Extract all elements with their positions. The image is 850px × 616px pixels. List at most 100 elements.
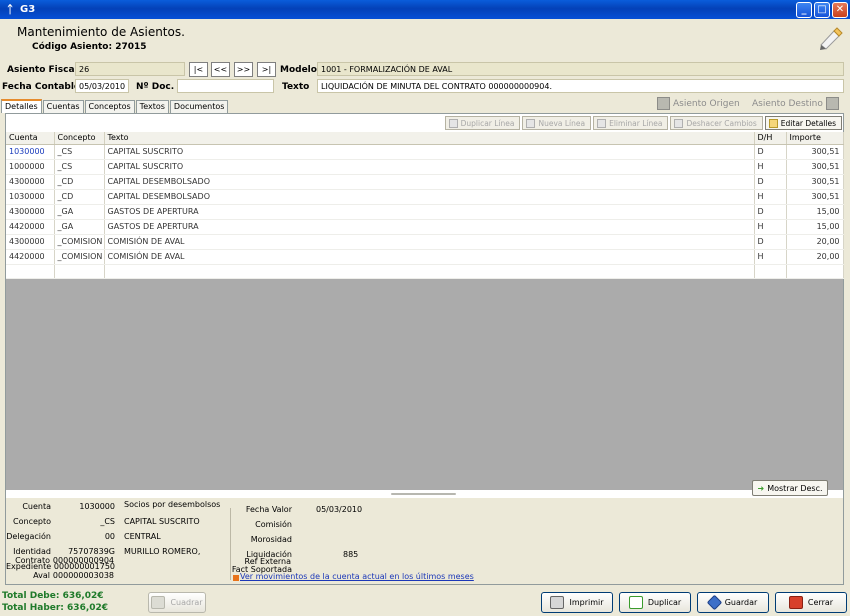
cell-dh[interactable]: H xyxy=(754,249,787,265)
asiento-destino-button[interactable]: Asiento Destino xyxy=(752,97,842,110)
empty-cell[interactable] xyxy=(104,264,755,279)
cell-texto[interactable]: CAPITAL SUSCRITO xyxy=(104,159,755,175)
table-row[interactable]: 4300000 _COMISION COMISIÓN DE AVAL D 20,00 xyxy=(6,234,844,250)
guardar-label: Guardar xyxy=(724,598,758,607)
cell-cuenta[interactable]: 4300000 xyxy=(6,174,55,190)
cell-dh[interactable]: H xyxy=(754,189,787,205)
cell-dh[interactable]: D xyxy=(754,204,787,220)
asiento-fiscal-field[interactable]: 26 xyxy=(75,62,185,76)
cell-concepto[interactable]: _CS xyxy=(54,159,105,175)
table-row[interactable]: 1000000 _CS CAPITAL SUSCRITO H 300,51 xyxy=(6,159,844,175)
cell-concepto[interactable]: _GA xyxy=(54,219,105,235)
ndoc-field[interactable] xyxy=(177,79,274,93)
empty-cell[interactable] xyxy=(754,264,787,279)
modelo-field[interactable]: 1001 - FORMALIZACIÓN DE AVAL xyxy=(317,62,844,76)
column-header-dh[interactable]: D/H xyxy=(754,132,787,145)
cell-cuenta[interactable]: 1030000 xyxy=(6,189,55,205)
cell-cuenta[interactable]: 4300000 xyxy=(6,204,55,220)
fecha-contable-field[interactable]: 05/03/2010 xyxy=(75,79,129,93)
nav-next-button[interactable]: >> xyxy=(234,62,253,77)
cell-importe[interactable]: 15,00 xyxy=(786,219,844,235)
table-row[interactable]: 4420000 _COMISION COMISIÓN DE AVAL H 20,00 xyxy=(6,249,844,265)
deshacer-cambios-button[interactable]: Deshacer Cambios xyxy=(670,116,763,130)
cell-texto[interactable]: GASTOS DE APERTURA xyxy=(104,204,755,220)
tab-conceptos[interactable]: Conceptos xyxy=(84,100,135,113)
cell-cuenta[interactable]: 1000000 xyxy=(6,159,55,175)
detalles-grid[interactable]: Cuenta Concepto Texto D/H Importe 103000… xyxy=(6,132,844,490)
tab-textos[interactable]: Textos xyxy=(135,100,169,113)
eliminar-linea-button[interactable]: Eliminar Línea xyxy=(593,116,669,130)
cell-concepto[interactable]: _COMISION xyxy=(54,249,105,265)
tab-detalles[interactable]: Detalles xyxy=(1,99,42,113)
empty-cell[interactable] xyxy=(786,264,844,279)
table-row[interactable]: 4420000 _GA GASTOS DE APERTURA H 15,00 xyxy=(6,219,844,235)
nav-first-button[interactable]: |< xyxy=(189,62,208,77)
delete-icon xyxy=(597,118,607,128)
asiento-origen-button[interactable]: Asiento Origen xyxy=(654,97,740,110)
table-row[interactable]: 4300000 _CD CAPITAL DESEMBOLSADO D 300,51 xyxy=(6,174,844,190)
cell-concepto[interactable]: _GA xyxy=(54,204,105,220)
column-header-cuenta[interactable]: Cuenta xyxy=(6,132,55,145)
texto-label: Texto xyxy=(282,82,310,92)
empty-cell[interactable] xyxy=(6,264,55,279)
cell-importe[interactable]: 15,00 xyxy=(786,204,844,220)
pencil-icon xyxy=(768,118,778,128)
cell-dh[interactable]: D xyxy=(754,174,787,190)
nueva-linea-button[interactable]: Nueva Línea xyxy=(522,116,592,130)
cell-cuenta[interactable]: 1030000 xyxy=(6,144,55,160)
tab-documentos[interactable]: Documentos xyxy=(169,100,229,113)
empty-cell[interactable] xyxy=(54,264,105,279)
duplicar-linea-button[interactable]: Duplicar Línea xyxy=(444,116,521,130)
imprimir-button[interactable]: Imprimir xyxy=(541,592,613,613)
cell-importe[interactable]: 20,00 xyxy=(786,249,844,265)
cell-texto[interactable]: GASTOS DE APERTURA xyxy=(104,219,755,235)
duplicar-button[interactable]: Duplicar xyxy=(619,592,691,613)
cell-texto[interactable]: CAPITAL SUSCRITO xyxy=(104,144,755,160)
nav-prev-button[interactable]: << xyxy=(211,62,230,77)
cell-concepto[interactable]: _CD xyxy=(54,189,105,205)
detail-cuenta-desc: Socios por desembolsos xyxy=(124,500,221,509)
guardar-button[interactable]: Guardar xyxy=(697,592,769,613)
edit-pencil-icon[interactable] xyxy=(818,25,844,51)
minimize-button[interactable]: _ xyxy=(796,1,812,18)
column-header-importe[interactable]: Importe xyxy=(786,132,844,145)
cell-importe[interactable]: 20,00 xyxy=(786,234,844,250)
table-row[interactable]: 4300000 _GA GASTOS DE APERTURA D 15,00 xyxy=(6,204,844,220)
cell-concepto[interactable]: _CS xyxy=(54,144,105,160)
detail-concepto-desc: CAPITAL SUSCRITO xyxy=(124,517,200,526)
mostrar-desc-button[interactable]: ➜ Mostrar Desc. xyxy=(752,480,828,496)
column-header-concepto[interactable]: Concepto xyxy=(54,132,105,145)
cell-texto[interactable]: COMISIÓN DE AVAL xyxy=(104,249,755,265)
table-row[interactable]: 1030000 _CD CAPITAL DESEMBOLSADO H 300,51 xyxy=(6,189,844,205)
cell-concepto[interactable]: _COMISION xyxy=(54,234,105,250)
cell-importe[interactable]: 300,51 xyxy=(786,189,844,205)
cell-importe[interactable]: 300,51 xyxy=(786,159,844,175)
cell-importe[interactable]: 300,51 xyxy=(786,144,844,160)
cell-dh[interactable]: D xyxy=(754,144,787,160)
cuadrar-button[interactable]: Cuadrar xyxy=(148,592,206,613)
cell-dh[interactable]: H xyxy=(754,159,787,175)
maximize-button[interactable]: □ xyxy=(814,1,830,18)
table-row-empty[interactable] xyxy=(6,264,844,279)
cell-dh[interactable]: H xyxy=(754,219,787,235)
ndoc-label: Nº Doc. xyxy=(136,82,175,92)
cell-importe[interactable]: 300,51 xyxy=(786,174,844,190)
table-row[interactable]: 1030000 _CS CAPITAL SUSCRITO D 300,51 xyxy=(6,144,844,160)
nav-last-button[interactable]: >| xyxy=(257,62,276,77)
cell-texto[interactable]: CAPITAL DESEMBOLSADO xyxy=(104,189,755,205)
cell-texto[interactable]: CAPITAL DESEMBOLSADO xyxy=(104,174,755,190)
cell-cuenta[interactable]: 4420000 xyxy=(6,249,55,265)
cerrar-button[interactable]: Cerrar xyxy=(775,592,847,613)
cell-cuenta[interactable]: 4300000 xyxy=(6,234,55,250)
editar-detalles-button[interactable]: Editar Detalles xyxy=(764,116,842,130)
cell-dh[interactable]: D xyxy=(754,234,787,250)
tab-cuentas[interactable]: Cuentas xyxy=(42,100,84,113)
cell-texto[interactable]: COMISIÓN DE AVAL xyxy=(104,234,755,250)
cell-cuenta[interactable]: 4420000 xyxy=(6,219,55,235)
cell-concepto[interactable]: _CD xyxy=(54,174,105,190)
ver-movimientos-link[interactable]: Ver movimientos de la cuenta actual en l… xyxy=(240,572,474,581)
close-window-button[interactable]: ✕ xyxy=(832,1,848,18)
texto-field[interactable]: LIQUIDACIÓN DE MINUTA DEL CONTRATO 00000… xyxy=(317,79,844,93)
splitter-handle[interactable] xyxy=(391,493,456,495)
column-header-texto[interactable]: Texto xyxy=(104,132,755,145)
